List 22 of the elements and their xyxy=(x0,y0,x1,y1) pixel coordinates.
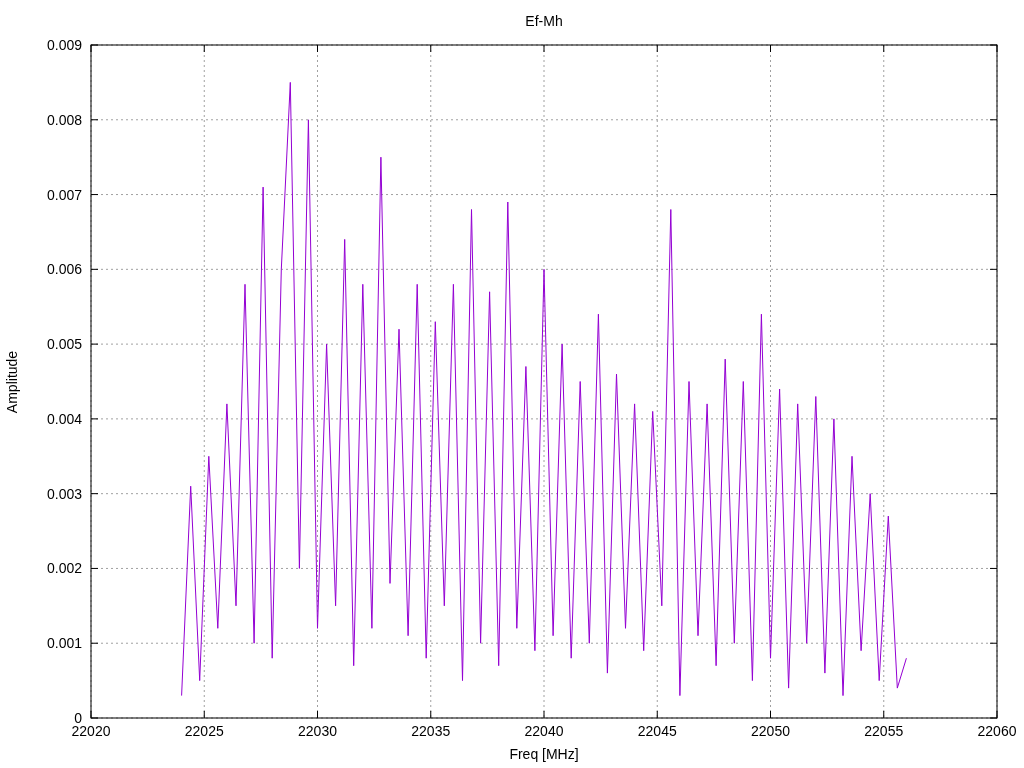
tick-label: 22020 xyxy=(71,723,111,739)
tick-label: 22030 xyxy=(298,723,337,739)
tick-label: 0.009 xyxy=(46,37,82,53)
tick-label: 22045 xyxy=(637,723,677,739)
tick-label: 0.008 xyxy=(46,111,82,128)
tick-label: 22050 xyxy=(751,723,790,739)
tick-label: 0.001 xyxy=(46,635,82,652)
tick-label: 22055 xyxy=(864,723,904,739)
tick-label: 22040 xyxy=(524,723,564,739)
tick-label: 0.004 xyxy=(46,410,82,427)
tick-label: 22025 xyxy=(184,723,224,739)
axis-label: Amplitude xyxy=(4,350,20,414)
tick-label: 0.002 xyxy=(46,560,82,577)
tick-label: 22060 xyxy=(977,723,1017,739)
tick-label: 0 xyxy=(74,710,82,726)
chart-title: Ef-Mh xyxy=(525,13,563,29)
tick-label: 0.003 xyxy=(46,485,82,502)
tick-label: 22035 xyxy=(411,723,451,739)
tick-label: 0.005 xyxy=(46,336,82,353)
axis-label: Freq [MHz] xyxy=(509,746,579,762)
tick-label: 0.006 xyxy=(46,261,82,278)
tick-label: 0.007 xyxy=(46,186,82,203)
